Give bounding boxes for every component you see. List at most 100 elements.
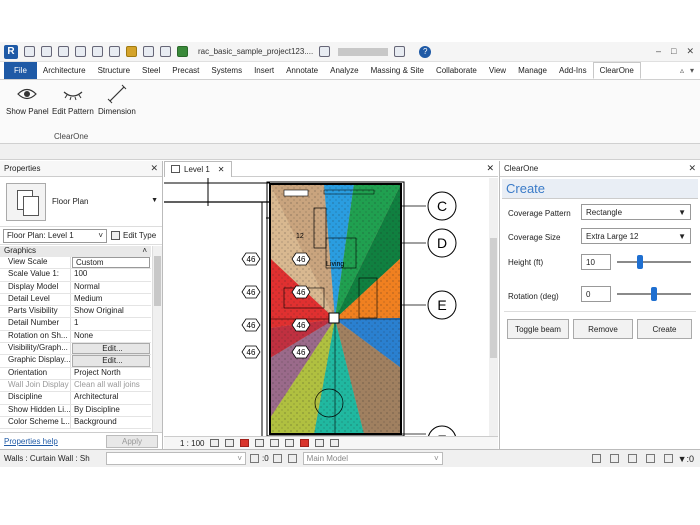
property-row[interactable]: View Scale Custom: [0, 257, 151, 270]
edit-type-button[interactable]: Edit Type: [111, 231, 156, 240]
grid-bubble[interactable]: E: [427, 290, 457, 320]
save-icon[interactable]: [41, 46, 52, 57]
undo-icon[interactable]: [75, 46, 86, 57]
rotation-slider[interactable]: [617, 286, 691, 302]
close-view-icon[interactable]: ✕: [486, 163, 494, 174]
property-row[interactable]: Orientation Project North: [0, 367, 151, 380]
tab-systems[interactable]: Systems: [205, 62, 248, 79]
tab-steel[interactable]: Steel: [136, 62, 166, 79]
create-button[interactable]: Create: [637, 319, 692, 339]
tab-analyze[interactable]: Analyze: [324, 62, 364, 79]
minimize-icon[interactable]: –: [656, 46, 661, 57]
drag-elements-icon[interactable]: [663, 454, 673, 463]
shadows-icon[interactable]: [255, 439, 265, 447]
remove-button[interactable]: Remove: [573, 319, 633, 339]
tab-add-ins[interactable]: Add-Ins: [553, 62, 593, 79]
level-tag[interactable]: 46: [241, 285, 261, 299]
analytical-model-icon[interactable]: [330, 439, 340, 447]
tab-clearone[interactable]: ClearOne: [592, 62, 641, 79]
select-underlay-icon[interactable]: [627, 454, 637, 463]
property-row[interactable]: Detail Level Medium: [0, 293, 151, 307]
show-crop-icon[interactable]: [285, 439, 295, 447]
instance-selector[interactable]: Floor Plan: Level 1 ˅: [3, 228, 107, 243]
ribbon-minimize-icon[interactable]: ▵: [680, 66, 684, 75]
view-scale[interactable]: 1 : 100: [180, 439, 204, 448]
redo-icon[interactable]: [92, 46, 103, 57]
tab-architecture[interactable]: Architecture: [37, 62, 92, 79]
open-icon[interactable]: [24, 46, 35, 57]
tab-collaborate[interactable]: Collaborate: [430, 62, 483, 79]
select-links-icon[interactable]: [591, 454, 601, 463]
tab-massing-site[interactable]: Massing & Site: [365, 62, 430, 79]
grid-bubble[interactable]: D: [427, 228, 457, 258]
edit-pattern-button[interactable]: Edit Pattern: [52, 84, 94, 116]
property-row[interactable]: Discipline Architectural: [0, 392, 151, 405]
grid-bubble[interactable]: C: [427, 191, 457, 221]
design-option-combo[interactable]: Main Model ˅: [302, 452, 443, 465]
drawing-canvas[interactable]: 12 Living C D E E 46 46 46 46 46 46 46 46: [164, 178, 498, 436]
properties-help-link[interactable]: Properties help: [4, 437, 58, 446]
ribbon-controls[interactable]: ▵ ▾: [680, 62, 694, 79]
type-selector[interactable]: Floor Plan ▼: [0, 177, 162, 227]
property-row[interactable]: Parts Visibility Show Original: [0, 306, 151, 319]
coverage-pattern-select[interactable]: Rectangle ▼: [581, 204, 691, 220]
level-tag[interactable]: 46: [291, 345, 311, 359]
grid-bubble[interactable]: E: [428, 425, 456, 436]
show-panel-button[interactable]: Show Panel: [6, 84, 49, 116]
temporary-hide-icon[interactable]: [300, 439, 310, 447]
workset-combo[interactable]: ˅: [106, 452, 246, 465]
property-row[interactable]: Scale Value 1: 100: [0, 269, 151, 282]
print-icon[interactable]: [109, 46, 120, 57]
help-icon[interactable]: ?: [419, 45, 432, 58]
measure-icon[interactable]: [126, 46, 137, 57]
tab-insert[interactable]: Insert: [248, 62, 280, 79]
chevron-down-icon[interactable]: ▼: [151, 197, 158, 204]
crop-view-icon[interactable]: [270, 439, 280, 447]
tab-structure[interactable]: Structure: [92, 62, 136, 79]
tab-annotate[interactable]: Annotate: [280, 62, 324, 79]
ribbon-options-icon[interactable]: ▾: [690, 66, 694, 75]
height-input[interactable]: 10: [581, 254, 611, 270]
property-edit-button[interactable]: Edit...: [72, 343, 150, 355]
tab-manage[interactable]: Manage: [512, 62, 553, 79]
select-pinned-icon[interactable]: [609, 454, 619, 463]
tab-level-1[interactable]: Level 1 ✕: [164, 160, 232, 177]
coverage-size-select[interactable]: Extra Large 12 ▼: [581, 228, 691, 244]
filter-icon[interactable]: ▼:0: [678, 454, 694, 464]
level-tag[interactable]: 46: [241, 345, 261, 359]
switch-windows-icon[interactable]: [177, 46, 188, 57]
sun-path-icon[interactable]: [240, 439, 250, 447]
visual-style-icon[interactable]: [225, 439, 235, 447]
maximize-icon[interactable]: □: [671, 46, 676, 57]
property-row[interactable]: Graphic Display... Edit...: [0, 355, 151, 368]
properties-scrollbar[interactable]: [152, 246, 162, 432]
select-by-face-icon[interactable]: [645, 454, 655, 463]
tab-precast[interactable]: Precast: [166, 62, 205, 79]
3d-view-icon[interactable]: [160, 46, 171, 57]
sync-icon[interactable]: [58, 46, 69, 57]
tag-icon[interactable]: [143, 46, 154, 57]
reveal-hidden-icon[interactable]: [315, 439, 325, 447]
level-tag[interactable]: 46: [241, 252, 261, 266]
property-row[interactable]: Detail Number 1: [0, 318, 151, 331]
property-row[interactable]: Visibility/Graph... Edit...: [0, 343, 151, 356]
cart-icon[interactable]: [394, 46, 406, 57]
level-tag[interactable]: 46: [291, 318, 311, 332]
close-icon[interactable]: ✕: [150, 163, 158, 174]
rotation-input[interactable]: 0: [581, 286, 611, 302]
close-window-icon[interactable]: ✕: [686, 46, 694, 57]
revit-logo[interactable]: R: [4, 44, 18, 59]
dimension-button[interactable]: Dimension: [98, 84, 136, 116]
tab-view[interactable]: View: [483, 62, 512, 79]
property-row[interactable]: Wall Join Display Clean all wall joins: [0, 379, 151, 393]
level-tag[interactable]: 46: [291, 285, 311, 299]
rotation-slider-knob[interactable]: [651, 287, 657, 301]
property-row[interactable]: Show Hidden Li... By Discipline: [0, 404, 151, 417]
detail-level-icon[interactable]: [210, 439, 220, 447]
collapse-icon[interactable]: ˄: [142, 246, 147, 257]
user-name-redacted[interactable]: [338, 47, 389, 56]
level-tag[interactable]: 46: [291, 252, 311, 266]
worksets-icon[interactable]: [287, 454, 297, 463]
property-edit-button[interactable]: Edit...: [72, 355, 150, 367]
level-tag[interactable]: 46: [241, 318, 261, 332]
